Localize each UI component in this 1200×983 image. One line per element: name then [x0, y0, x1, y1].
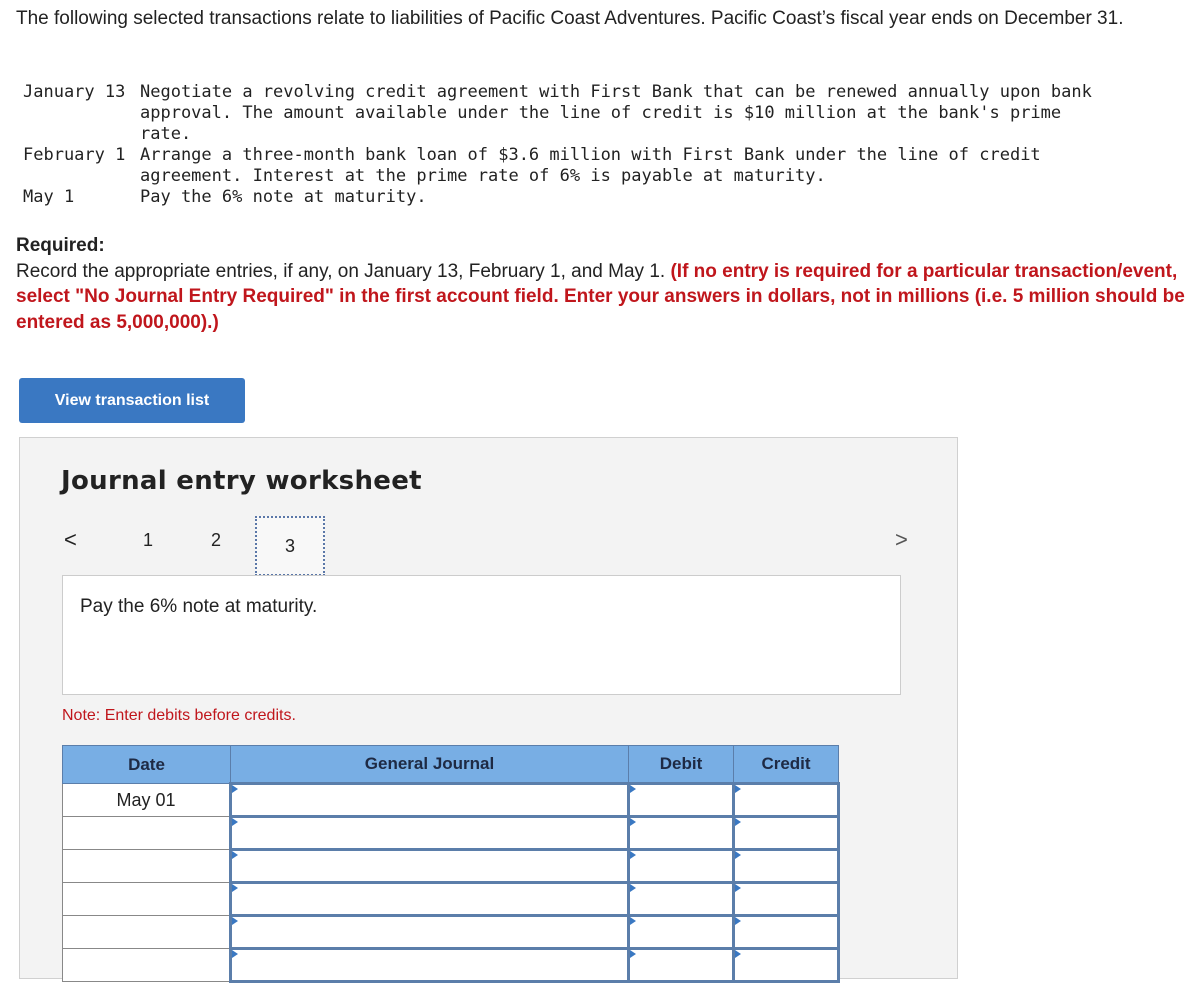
date-cell: [62, 849, 231, 883]
credit-input[interactable]: [732, 782, 840, 818]
credit-input[interactable]: [732, 848, 840, 884]
date-cell: May 01: [62, 783, 231, 817]
debit-input[interactable]: [627, 881, 735, 917]
debit-input[interactable]: [627, 782, 735, 818]
debit-input[interactable]: [627, 815, 735, 851]
table-row: [62, 914, 840, 950]
date-cell: [62, 816, 231, 850]
credit-input[interactable]: [732, 881, 840, 917]
credit-input[interactable]: [732, 914, 840, 950]
required-heading: Required:: [16, 235, 105, 256]
note-text: Note: Enter debits before credits.: [62, 707, 296, 724]
column-header-general-journal: General Journal: [230, 745, 629, 784]
table-row: [62, 815, 840, 851]
worksheet-title: Journal entry worksheet: [61, 466, 422, 496]
date-cell: [62, 882, 231, 916]
table-row: [62, 881, 840, 917]
page-3-tab[interactable]: 3: [255, 516, 325, 576]
credit-input[interactable]: [732, 815, 840, 851]
transaction-text: Pay the 6% note at maturity.: [140, 187, 427, 207]
column-header-debit: Debit: [628, 745, 734, 784]
transaction-date: May 1: [23, 187, 75, 207]
account-input[interactable]: [229, 782, 630, 818]
page-2-tab[interactable]: 2: [211, 530, 221, 551]
credit-input[interactable]: [732, 947, 840, 983]
page-1-tab[interactable]: 1: [143, 530, 153, 551]
transaction-description: Pay the 6% note at maturity.: [62, 575, 901, 695]
debit-input[interactable]: [627, 914, 735, 950]
required-section: Required: Record the appropriate entries…: [16, 233, 1191, 335]
view-transaction-list-button[interactable]: View transaction list: [19, 378, 245, 423]
transaction-text: Negotiate a revolving credit agreement w…: [140, 82, 1092, 144]
column-header-date: Date: [62, 745, 231, 784]
date-cell: [62, 948, 231, 982]
intro-text: The following selected transactions rela…: [16, 8, 1124, 29]
transaction-date: February 1: [23, 145, 126, 165]
table-row: [62, 848, 840, 884]
account-input[interactable]: [229, 881, 630, 917]
account-input[interactable]: [229, 947, 630, 983]
column-header-credit: Credit: [733, 745, 839, 784]
debit-input[interactable]: [627, 848, 735, 884]
prev-chevron-icon[interactable]: <: [64, 527, 77, 553]
account-input[interactable]: [229, 914, 630, 950]
next-chevron-icon[interactable]: >: [895, 527, 908, 553]
journal-table: Date General Journal Debit Credit May 01: [62, 745, 840, 983]
debit-input[interactable]: [627, 947, 735, 983]
account-input[interactable]: [229, 848, 630, 884]
table-row: [62, 947, 840, 983]
table-row: May 01: [62, 782, 840, 818]
required-text: Record the appropriate entries, if any, …: [16, 260, 666, 282]
transaction-text: Arrange a three-month bank loan of $3.6 …: [140, 145, 1041, 186]
transaction-date: January 13: [23, 82, 126, 102]
date-cell: [62, 915, 231, 949]
account-input[interactable]: [229, 815, 630, 851]
